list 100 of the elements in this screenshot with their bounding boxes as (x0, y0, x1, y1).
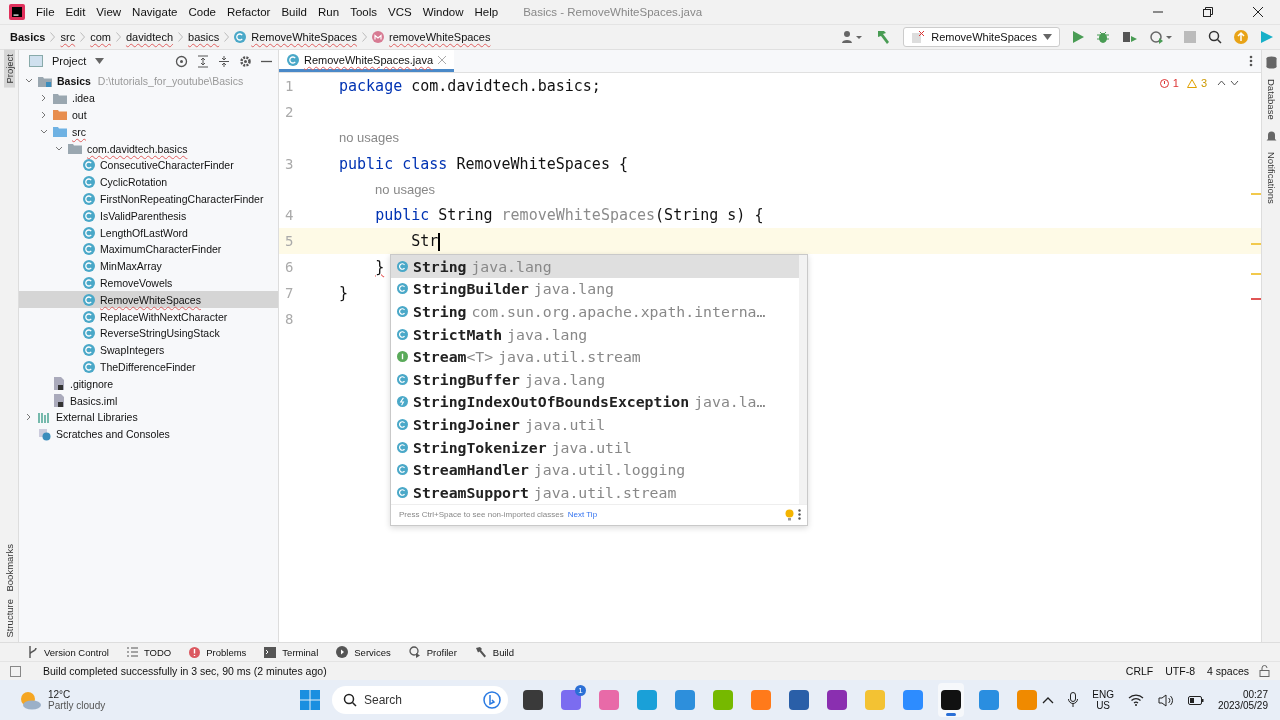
battery-icon[interactable] (1187, 695, 1204, 705)
breadcrumb-item[interactable]: Basics (10, 31, 46, 43)
user-icon[interactable] (841, 30, 864, 44)
tree-item[interactable]: SwapIntegers (19, 341, 278, 359)
menu-item[interactable]: VCS (388, 6, 412, 18)
tool-window-button[interactable]: Terminal (264, 646, 319, 658)
caret-icon[interactable] (95, 58, 105, 64)
tool-window-button[interactable]: Problems (189, 646, 247, 658)
tool-window-button[interactable]: Version Control (28, 646, 109, 658)
completion-item[interactable]: String java.lang (391, 255, 799, 278)
restore-icon[interactable] (1202, 6, 1214, 18)
breadcrumb-item[interactable]: basics (188, 31, 220, 43)
search-icon[interactable] (1208, 30, 1222, 44)
search-field[interactable]: Search (332, 686, 508, 714)
expand-all-icon[interactable] (197, 54, 209, 68)
breadcrumb-item[interactable]: RemoveWhiteSpaces (251, 31, 357, 43)
status-item[interactable]: CRLF (1125, 665, 1154, 677)
tree-item[interactable]: Scratches and Consoles (19, 425, 278, 443)
chevron-up-icon[interactable] (1042, 696, 1055, 704)
completion-item[interactable]: Stream<T> java.util.stream (391, 345, 799, 368)
menu-item[interactable]: Navigate (132, 6, 178, 18)
database-icon[interactable] (1265, 56, 1277, 69)
tool-window-tab[interactable]: Project (3, 50, 15, 88)
temperature[interactable]: 12°C (48, 689, 106, 700)
start-icon[interactable] (300, 690, 320, 710)
tree-item[interactable]: RemoveVowels (19, 274, 278, 292)
panel-title[interactable]: Project (52, 55, 87, 67)
tool-window-tab[interactable]: Database (1265, 75, 1277, 124)
breadcrumb-item[interactable]: com (90, 31, 111, 43)
input-language[interactable]: ENG (1092, 689, 1114, 700)
menu-item[interactable]: Refactor (226, 6, 271, 18)
tree-item[interactable]: MaximumCharacterFinder (19, 240, 278, 258)
completion-item[interactable]: StreamHandler java.util.logging (391, 458, 799, 481)
completion-item[interactable]: StringJoiner java.util (391, 413, 799, 436)
tree-item[interactable]: ReverseStringUsingStack (19, 324, 278, 342)
menu-item[interactable]: Tools (350, 6, 377, 18)
locate-icon[interactable] (175, 54, 188, 68)
tool-window-button[interactable]: Build (474, 646, 514, 658)
breadcrumb-item[interactable]: src (60, 31, 76, 43)
status-item[interactable]: 4 spaces (1206, 665, 1249, 677)
clock-time[interactable]: 00:27 (1242, 689, 1268, 700)
menu-item[interactable]: Edit (65, 6, 86, 18)
tool-window-tab[interactable]: Notifications (1265, 147, 1277, 208)
completion-item[interactable]: StringBuffer java.lang (391, 367, 799, 391)
completion-item[interactable]: StringBuilder java.lang (391, 277, 799, 301)
tree-item[interactable]: RemoveWhiteSpaces (19, 291, 278, 309)
tree-item[interactable]: TheDifferenceFinder (19, 358, 278, 376)
profiler-icon[interactable] (1150, 30, 1172, 44)
collapse-all-icon[interactable] (218, 54, 230, 68)
next-tip-link[interactable]: Next Tip (567, 510, 598, 520)
input-region[interactable]: US (1096, 700, 1111, 711)
completion-item[interactable]: StreamSupport java.util.stream (391, 480, 799, 504)
menu-item[interactable]: Run (318, 6, 340, 18)
breadcrumb-item[interactable]: removeWhiteSpaces (389, 31, 491, 43)
error-count[interactable]: 1 (1172, 77, 1179, 89)
close-icon[interactable] (1252, 6, 1264, 18)
editor-tab[interactable]: RemoveWhiteSpaces.java (279, 50, 454, 72)
tool-window-button[interactable]: TODO (126, 646, 172, 658)
tool-window-button[interactable]: Profiler (408, 646, 457, 658)
tree-item[interactable]: Basics.iml (19, 392, 278, 409)
tree-item[interactable]: FirstNonRepeatingCharacterFinder (19, 190, 278, 208)
bug-icon[interactable] (1096, 30, 1110, 44)
completion-item[interactable]: StringIndexOutOfBoundsException java.la… (391, 390, 799, 414)
menu-item[interactable]: View (96, 6, 122, 18)
menu-item[interactable]: Window (422, 6, 464, 18)
tree-item[interactable]: External Libraries (19, 408, 278, 426)
tree-item[interactable]: src (19, 123, 278, 141)
tree-item[interactable]: out (19, 106, 278, 124)
usage-hint[interactable]: no usages (339, 130, 399, 146)
wifi-icon[interactable] (1127, 694, 1144, 706)
run-configuration-dropdown[interactable]: RemoveWhiteSpaces (903, 27, 1060, 47)
completion-item[interactable]: String com.sun.org.apache.xpath.interna… (391, 300, 799, 323)
tree-item[interactable]: CyclicRotation (19, 173, 278, 191)
tree-item[interactable]: ReplaceWithNextCharacter (19, 308, 278, 325)
menu-item[interactable]: Code (188, 6, 216, 18)
tool-window-tab[interactable]: Bookmarks (3, 539, 15, 596)
tree-item[interactable]: IsValidParenthesis (19, 207, 278, 225)
tree-item[interactable]: .gitignore (19, 375, 278, 393)
breadcrumb-item[interactable]: davidtech (125, 31, 174, 43)
completion-item[interactable]: StringTokenizer java.util (391, 435, 799, 459)
lock-icon[interactable] (1259, 665, 1270, 677)
menu-item[interactable]: Build (281, 6, 307, 18)
coverage-icon[interactable] (1122, 30, 1138, 44)
tree-item[interactable]: .idea (19, 89, 278, 107)
tree-item[interactable]: LengthOfLastWord (19, 224, 278, 241)
hammer-icon[interactable] (875, 29, 892, 45)
tree-item[interactable]: com.davidtech.basics (19, 140, 278, 157)
status-item[interactable]: UTF-8 (1165, 665, 1195, 677)
completion-item[interactable]: StrictMath java.lang (391, 322, 799, 346)
hide-icon[interactable] (261, 59, 272, 63)
error-icon[interactable] (1159, 78, 1169, 88)
microphone-icon[interactable] (1068, 692, 1079, 708)
tool-window-tab[interactable]: Structure (3, 595, 15, 642)
taskbar-app-icon[interactable] (938, 683, 964, 717)
status-icon[interactable] (10, 665, 21, 677)
tree-item[interactable]: MinMaxArray (19, 257, 278, 275)
more-icon[interactable] (1249, 55, 1253, 67)
tool-window-button[interactable]: Services (336, 646, 391, 658)
tree-item[interactable]: Basics D:\tutorials_for_youtube\Basics (19, 73, 278, 90)
menu-item[interactable]: Help (474, 6, 499, 18)
